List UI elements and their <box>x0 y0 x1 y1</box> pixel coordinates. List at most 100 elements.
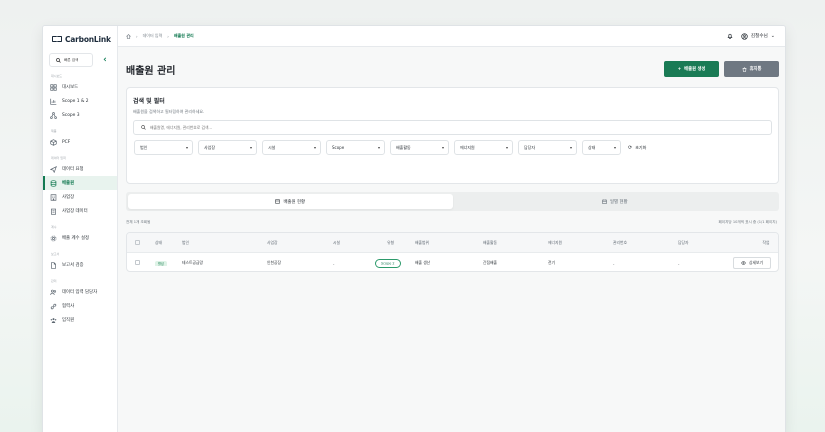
sidebar-item-report-review[interactable]: 보고서 검증 <box>43 258 117 272</box>
sidebar-item-label: Scope 3 <box>62 112 80 118</box>
sidebar-group-product: 제품 <box>51 129 57 133</box>
database-icon <box>50 179 57 187</box>
activity-select[interactable]: 배출활동 ▾ <box>390 140 449 155</box>
create-emission-source-button[interactable]: + 배출원 생성 <box>664 61 719 77</box>
sidebar-item-partner[interactable]: 협력사 <box>43 299 117 313</box>
refresh-icon: ⟳ <box>628 144 633 151</box>
cell-action: 상세보기 <box>733 257 775 269</box>
status-select[interactable]: 상태 ▾ <box>582 140 621 155</box>
sidebar-item-staff[interactable]: 임직원 <box>43 313 117 327</box>
clipboard-icon <box>50 208 57 215</box>
cell-activity: 간접배출 <box>483 260 497 265</box>
reset-button[interactable]: ⟳ 초기화 <box>626 140 646 155</box>
select-value: Scope <box>332 145 345 150</box>
trash-button[interactable]: 휴지통 <box>724 61 779 77</box>
sidebar-item-data-manager[interactable]: 데이터 입력 담당자 <box>43 285 117 299</box>
row-checkbox[interactable] <box>135 260 140 265</box>
col-corp[interactable]: 법인 <box>182 240 267 246</box>
sidebar-item-label: 배출원 <box>62 181 75 186</box>
logo[interactable]: CarbonLink <box>43 26 117 46</box>
owner-select[interactable]: 담당자 ▾ <box>518 140 577 155</box>
chevron-down-icon: ▾ <box>441 145 444 150</box>
cube-icon <box>50 138 57 146</box>
chevron-down-icon: ▾ <box>313 145 316 150</box>
site-select[interactable]: 사업장 ▾ <box>198 140 257 155</box>
select-all-cell <box>127 239 155 246</box>
user-menu[interactable]: 김철수님 ⌄ <box>741 32 775 40</box>
reset-label: 초기화 <box>635 144 647 150</box>
sidebar-item-scope12[interactable]: Scope 1 & 2 <box>43 94 117 108</box>
chevron-down-icon: ▾ <box>569 145 572 150</box>
select-value: 사업장 <box>204 144 216 150</box>
user-circle-icon <box>741 32 748 40</box>
building-icon <box>50 193 57 201</box>
col-owner[interactable]: 담당자 <box>678 240 745 246</box>
view-detail-button[interactable]: 상세보기 <box>733 257 771 269</box>
select-value: 법인 <box>140 144 148 150</box>
tab-label: 일별 현황 <box>609 199 628 205</box>
facility-select[interactable]: 시설 ▾ <box>262 140 321 155</box>
col-activity[interactable]: 배출활동 <box>483 240 548 246</box>
view-detail-label: 상세보기 <box>749 260 763 265</box>
breadcrumb-current: 배출원 관리 <box>173 33 194 38</box>
chevron-down-icon: ▾ <box>377 145 380 150</box>
gear-icon <box>50 235 57 242</box>
tab-history[interactable]: 일별 현황 <box>453 194 778 209</box>
select-value: 시설 <box>268 144 276 150</box>
scope-badge: Scope 2 <box>375 259 401 268</box>
col-category[interactable]: 배출범위 <box>415 240 483 246</box>
col-status[interactable]: 상태 <box>155 240 182 246</box>
col-site[interactable]: 사업장 <box>267 240 333 246</box>
scope-select[interactable]: Scope ▾ <box>326 140 385 155</box>
link-icon <box>50 303 57 310</box>
chevron-down-icon: ▾ <box>613 145 616 150</box>
grid-icon <box>50 83 57 91</box>
col-energy[interactable]: 에너지원 <box>548 240 613 246</box>
energy-select[interactable]: 에너지원 ▾ <box>454 140 513 155</box>
network-icon <box>50 111 57 119</box>
corp-select[interactable]: 법인 ▾ <box>134 140 193 155</box>
search-field[interactable] <box>133 120 772 135</box>
cell-status: 활성 <box>155 260 182 266</box>
sidebar-item-scope3[interactable]: Scope 3 <box>43 108 117 122</box>
sidebar-item-site-data[interactable]: 사업장 데이터 <box>43 204 117 218</box>
plus-icon: + <box>677 66 682 72</box>
sidebar: CarbonLink 빠른 검색 ‹ 대시보드 대시보드 Scope 1 & 2… <box>43 26 118 432</box>
create-button-label: 배출원 생성 <box>684 67 706 72</box>
logo-text: CarbonLink <box>65 34 111 44</box>
breadcrumb-parent[interactable]: 데이터 입력 <box>143 33 163 39</box>
breadcrumb: › 데이터 입력 › 배출원 관리 <box>126 33 194 39</box>
filter-row: 법인 ▾ 사업장 ▾ 시설 ▾ Scope ▾ 배출활동 ▾ 에너지원 ▾ 담당자 ▾ 상태 ▾… <box>134 140 646 155</box>
quick-search-label: 빠른 검색 <box>64 57 79 62</box>
sidebar-group-overview: 대시보드 <box>51 74 63 78</box>
sidebar-item-label: 배출 계수 설정 <box>62 236 90 241</box>
sidebar-item-dashboard[interactable]: 대시보드 <box>43 80 117 94</box>
status-badge: 활성 <box>155 260 167 266</box>
search-icon <box>56 57 61 63</box>
select-all-checkbox[interactable] <box>135 239 140 245</box>
tab-current[interactable]: 배출원 현황 <box>128 194 453 209</box>
table-row[interactable]: 활성 테스트공급망 인천공장 - Scope 2 배출 생산 간접배출 전기 -… <box>127 253 778 271</box>
view-tabs: 배출원 현황 일별 현황 <box>126 192 779 211</box>
col-facility[interactable]: 시설 <box>333 240 387 246</box>
col-mgmt-no[interactable]: 관리번호 <box>613 240 678 246</box>
sidebar-item-site[interactable]: 사업장 <box>43 190 117 204</box>
search-input[interactable] <box>150 125 450 130</box>
sidebar-item-pcf[interactable]: PCF <box>43 135 117 149</box>
table-header-row: 상태 법인 사업장 시설 유형 배출범위 배출활동 에너지원 관리번호 담당자 … <box>127 233 778 253</box>
bell-icon[interactable] <box>727 33 733 39</box>
sidebar-group-reports: 보고서 <box>51 252 60 256</box>
result-count: 전체 1개 조회됨 <box>126 220 151 224</box>
sidebar-item-emission-factor[interactable]: 배출 계수 설정 <box>43 231 117 245</box>
app-window: CarbonLink 빠른 검색 ‹ 대시보드 대시보드 Scope 1 & 2… <box>42 25 786 432</box>
col-type[interactable]: 유형 <box>387 240 415 246</box>
sidebar-item-emission-source[interactable]: 배출원 <box>43 176 117 190</box>
collapse-sidebar-icon[interactable]: ‹ <box>99 54 111 66</box>
cell-corp: 테스트공급망 <box>182 260 203 265</box>
home-icon[interactable] <box>126 33 131 39</box>
sidebar-group-data-input: 데이터 입력 <box>51 156 66 160</box>
select-value: 상태 <box>588 144 596 150</box>
sidebar-item-label: PCF <box>62 139 71 145</box>
sidebar-item-data-request[interactable]: 데이터 요청 <box>43 162 117 176</box>
quick-search-button[interactable]: 빠른 검색 <box>49 53 93 67</box>
